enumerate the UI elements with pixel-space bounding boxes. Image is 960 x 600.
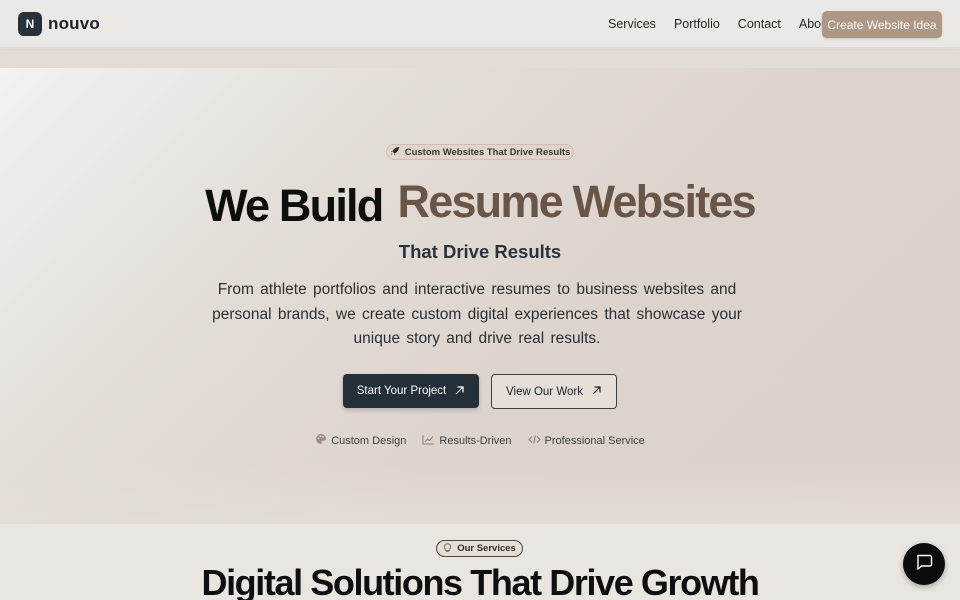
site-header: N nouvo Services Portfolio Contact About… [0,0,960,48]
lightbulb-icon [443,542,452,555]
start-project-label: Start Your Project [356,385,447,397]
nav-contact[interactable]: Contact [738,17,781,31]
chat-button[interactable] [903,543,945,585]
logo[interactable]: N nouvo [18,12,100,36]
logo-mark: N [18,12,42,36]
feature-label: Professional Service [544,434,645,447]
feature-custom-design: Custom Design [315,433,406,448]
services-badge: Our Services [436,540,523,557]
main-nav: Services Portfolio Contact About [608,17,850,31]
hero-title-part2: Resume Websites [397,176,757,227]
chat-icon [915,553,933,576]
feature-results-driven: Results-Driven [422,433,512,448]
logo-name: nouvo [48,14,100,33]
arrow-up-right-icon [591,384,602,399]
palette-icon [315,433,327,448]
view-work-button[interactable]: View Our Work [491,374,617,409]
hero-features: Custom Design Results-Driven Professiona… [0,433,960,448]
view-work-label: View Our Work [506,385,583,398]
rocket-icon [390,146,400,159]
code-icon [527,434,541,448]
services-title: Digital Solutions That Drive Growth [201,562,759,600]
feature-professional-service: Professional Service [527,433,645,448]
hero-title: We Build Resume Websites [0,176,960,232]
nav-portfolio[interactable]: Portfolio [674,17,720,31]
header-divider-strip [0,49,960,68]
hero-section: Custom Websites That Drive Results We Bu… [0,68,960,524]
services-badge-text: Our Services [457,543,516,554]
hero-subtitle: That Drive Results [398,241,562,262]
hero-title-part1: We Build [205,180,384,231]
arrow-up-right-icon [454,384,465,399]
hero-badge: Custom Websites That Drive Results [386,144,574,160]
hero-description: From athlete portfolios and interactive … [212,281,742,347]
feature-label: Custom Design [331,434,407,447]
create-website-idea-button[interactable]: Create Website Idea [822,11,942,38]
start-project-button[interactable]: Start Your Project [343,374,479,408]
hero-fade [0,464,960,524]
chart-trend-icon [422,434,435,448]
services-section: Our Services Digital Solutions That Driv… [0,524,960,600]
hero-badge-text: Custom Websites That Drive Results [404,146,571,158]
nav-services[interactable]: Services [608,17,656,31]
feature-label: Results-Driven [439,434,512,447]
